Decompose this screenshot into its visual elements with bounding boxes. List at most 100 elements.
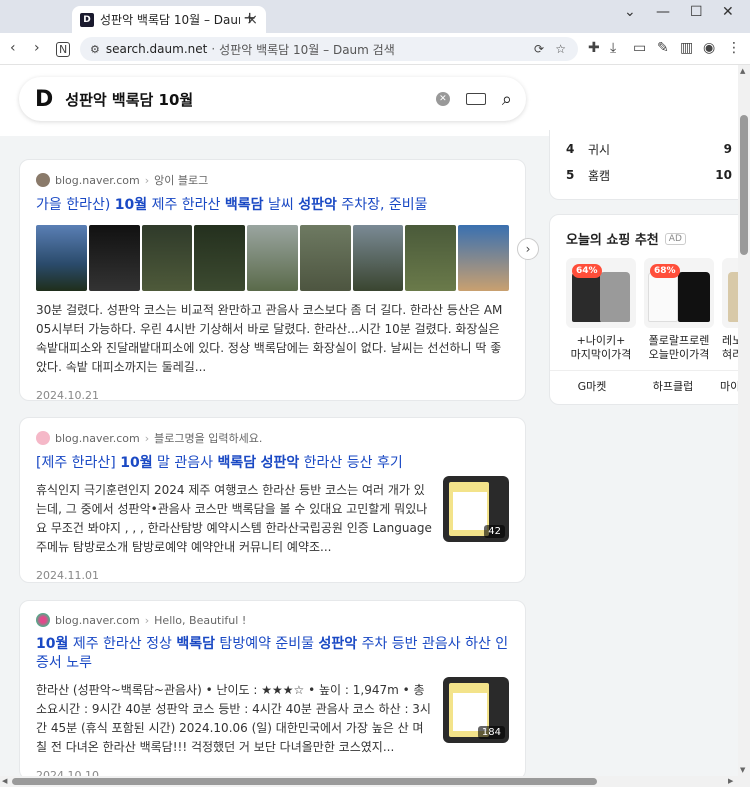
- result-card: blog.naver.com › 앙이 블로그 가을 한라산) 10월 제주 한…: [19, 159, 539, 402]
- address-bar[interactable]: ⚙ search.daum.net · 성판악 백록담 10월 – Daum 검…: [80, 37, 578, 61]
- title-highlight: 백록담: [176, 636, 215, 652]
- scroll-down-icon[interactable]: ▼: [740, 766, 745, 774]
- product-name: +나이키+ 마지막이가격: [570, 334, 632, 361]
- store-link[interactable]: G마켓: [550, 378, 634, 394]
- result-image[interactable]: [458, 225, 510, 291]
- vertical-scrollbar-thumb[interactable]: [740, 115, 748, 255]
- maximize-icon[interactable]: ☐: [690, 4, 703, 20]
- source-separator: ›: [144, 173, 150, 187]
- discount-badge: 64%: [572, 264, 602, 278]
- avatar: [36, 613, 50, 627]
- result-description: 휴식인지 극기훈련인지 2024 제주 여행코스 한라산 등반 코스는 여러 개…: [36, 483, 432, 554]
- new-tab-icon[interactable]: +: [243, 8, 256, 27]
- title-highlight: 10월: [120, 455, 153, 471]
- screen-cast-icon[interactable]: ▭: [633, 40, 646, 56]
- scroll-left-icon[interactable]: ◀: [2, 777, 7, 785]
- product-name: 폴로랄프로렌 오늘만이가격: [648, 334, 710, 361]
- minimize-icon[interactable]: —: [656, 4, 670, 20]
- reader-icon[interactable]: N: [56, 42, 71, 57]
- ranking-item[interactable]: 4 귀시 9: [550, 136, 748, 162]
- scroll-right-icon[interactable]: ▶: [728, 777, 733, 785]
- menu-icon[interactable]: ⋮: [727, 40, 741, 56]
- title-highlight: 10월: [36, 636, 69, 652]
- edit-icon[interactable]: ✎: [657, 40, 669, 56]
- clear-icon[interactable]: ✕: [435, 92, 450, 106]
- product-item[interactable]: 64% +나이키+ 마지막이가격: [566, 258, 636, 362]
- title-part: 제주 한라산 정상: [68, 636, 177, 652]
- scroll-up-icon[interactable]: ▲: [740, 67, 745, 75]
- chevron-down-icon[interactable]: ⌄: [624, 4, 636, 20]
- forward-icon[interactable]: ›: [34, 40, 40, 56]
- source-domain: blog.naver.com: [55, 613, 140, 627]
- result-title[interactable]: 가을 한라산) 10월 제주 한라산 백록담 날씨 성판악 주차장, 준비물: [36, 196, 509, 215]
- title-part: [제주 한라산]: [36, 455, 121, 471]
- image-count: 184: [477, 726, 505, 739]
- source-separator: ›: [144, 431, 150, 445]
- horizontal-scrollbar-thumb[interactable]: [12, 778, 597, 785]
- browser-toolbar: ‹ › N ⚙ search.daum.net · 성판악 백록담 10월 – …: [0, 33, 750, 65]
- ad-badge: AD: [664, 232, 686, 245]
- title-part: 날씨: [263, 197, 299, 213]
- rank-number: 4: [566, 142, 575, 156]
- product-list: 64% +나이키+ 마지막이가격 68% 폴로랄프로렌 오늘만이가격 레노 혀리: [550, 248, 748, 362]
- search-icon[interactable]: ⌕: [502, 89, 512, 110]
- title-highlight: 성판악: [318, 636, 358, 652]
- shopping-title-text: 오늘의 쇼핑 추천: [566, 233, 659, 248]
- result-thumbnail[interactable]: 184: [443, 677, 509, 743]
- search-bar[interactable]: D 성판악 백록담 10월 ✕ ⌕: [19, 77, 526, 121]
- title-highlight: 백록담: [217, 455, 257, 471]
- search-input[interactable]: 성판악 백록담 10월: [65, 89, 436, 110]
- result-image[interactable]: [88, 225, 140, 291]
- extensions-icon[interactable]: ✚: [588, 40, 600, 56]
- result-image[interactable]: [352, 225, 404, 291]
- result-date: 2024.10.21: [36, 389, 99, 402]
- product-shirt: [678, 272, 710, 322]
- title-part: 제주 한라산: [147, 197, 225, 213]
- active-tab[interactable]: D 성판악 백록담 10월 – Daum 검색 ×: [72, 6, 266, 33]
- shopping-title: 오늘의 쇼핑 추천 AD: [550, 215, 748, 248]
- ranking-item[interactable]: 5 홈캠 10: [550, 162, 748, 188]
- result-title[interactable]: [제주 한라산] 10월 말 관음사 백록담 성판악 한라산 등산 후기: [36, 454, 509, 473]
- result-source[interactable]: blog.naver.com › 블로그명을 입력하세요.: [36, 430, 509, 446]
- url-separator: ·: [211, 42, 216, 56]
- product-shirt: [600, 272, 630, 322]
- title-part: 한라산 등산 후기: [299, 455, 403, 471]
- result-image[interactable]: [194, 225, 246, 291]
- download-icon[interactable]: ⤓: [610, 40, 616, 56]
- result-image[interactable]: [405, 225, 457, 291]
- sidebar-icon[interactable]: ▥: [680, 40, 693, 56]
- result-date: 2024.11.01: [36, 569, 99, 582]
- store-link[interactable]: 하프클럽: [634, 378, 712, 394]
- title-highlight: 백록담: [224, 197, 264, 213]
- image-count: 42: [484, 525, 505, 538]
- store-list: G마켓 하프클럽 마이: [550, 370, 748, 400]
- translate-icon[interactable]: ⟳: [534, 42, 544, 56]
- result-image[interactable]: [36, 225, 87, 291]
- rank-number: 5: [566, 168, 575, 182]
- result-image[interactable]: [141, 225, 193, 291]
- keyboard-icon[interactable]: [465, 93, 486, 105]
- discount-badge: 68%: [650, 264, 680, 278]
- result-image[interactable]: [247, 225, 298, 291]
- title-part: 말 관음사: [152, 455, 218, 471]
- back-icon[interactable]: ‹: [10, 40, 16, 56]
- product-item[interactable]: 68% 폴로랄프로렌 오늘만이가격: [644, 258, 714, 362]
- result-image[interactable]: [299, 225, 351, 291]
- bookmark-star-icon[interactable]: ☆: [555, 42, 566, 56]
- rank-label: 귀시: [588, 142, 611, 157]
- image-next-button[interactable]: ›: [517, 238, 539, 260]
- site-info-icon[interactable]: ⚙: [90, 43, 100, 56]
- title-part: 탐방예약 준비물: [214, 636, 319, 652]
- result-source[interactable]: blog.naver.com › 앙이 블로그: [36, 172, 509, 188]
- rank-value: 9: [723, 142, 732, 156]
- profile-icon[interactable]: ◉: [703, 40, 715, 56]
- daum-logo[interactable]: D: [35, 87, 53, 112]
- result-card: blog.naver.com › 블로그명을 입력하세요. [제주 한라산] 1…: [19, 417, 526, 583]
- result-thumbnail[interactable]: 42: [443, 476, 509, 542]
- result-title[interactable]: 10월 제주 한라산 정상 백록담 탐방예약 준비물 성판악 주차 등반 관음사…: [36, 635, 509, 673]
- title-highlight: 성판악: [298, 197, 337, 213]
- result-description: 한라산 (성판악~백록담~관음사) • 난이도 : ★★★☆ • 높이 : 1,…: [36, 683, 431, 754]
- ranking-panel: 4 귀시 9 5 홈캠 10: [549, 130, 749, 200]
- result-source[interactable]: blog.naver.com › Hello, Beautiful !: [36, 613, 509, 627]
- window-close-icon[interactable]: ✕: [722, 4, 734, 20]
